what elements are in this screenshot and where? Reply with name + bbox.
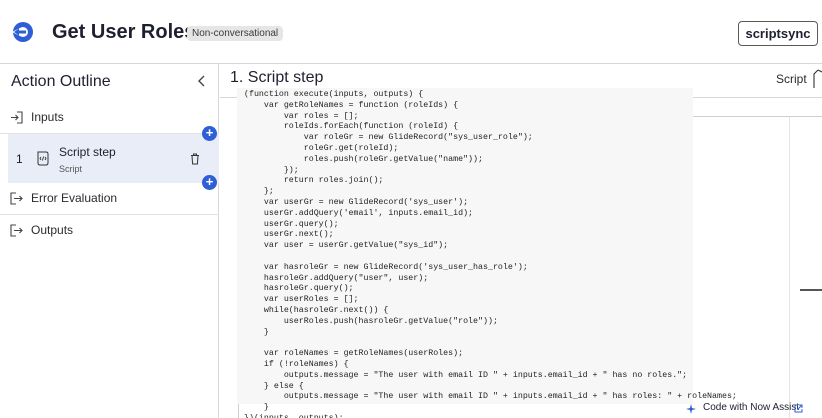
status-badge: Non-conversational <box>187 26 284 41</box>
code-line[interactable]: } <box>244 328 737 339</box>
code-line[interactable] <box>244 338 737 349</box>
code-line[interactable]: roles.push(roleGr.getValue("name")); <box>244 155 737 166</box>
code-line[interactable]: var roles = []; <box>244 112 737 123</box>
code-line[interactable]: } <box>244 403 737 414</box>
sign-out-icon <box>10 192 23 205</box>
external-link-icon <box>794 404 803 413</box>
code-editor[interactable]: (function execute(inputs, outputs) { var… <box>237 88 737 418</box>
now-assist-label: Code with Now Assist <box>703 402 800 413</box>
code-line[interactable]: userRoles.push(hasroleGr.getValue("role"… <box>244 317 737 328</box>
code-line[interactable]: userGr.query(); <box>244 220 737 231</box>
code-line[interactable]: outputs.message = "The user with email I… <box>244 392 737 403</box>
editor-scrollbar[interactable] <box>800 289 822 291</box>
script-scroll-icon <box>35 150 51 166</box>
sign-in-icon <box>10 111 23 124</box>
code-line[interactable]: userGr.addQuery('email', inputs.email_id… <box>244 209 737 220</box>
code-line[interactable]: }; <box>244 187 737 198</box>
code-line[interactable]: var hasroleGr = new GlideRecord('sys_use… <box>244 263 737 274</box>
code-line[interactable]: } else { <box>244 382 737 393</box>
sidebar-item-error-evaluation[interactable]: Error Evaluation <box>0 183 219 215</box>
code-line[interactable]: }); <box>244 166 737 177</box>
code-line[interactable]: (function execute(inputs, outputs) { <box>244 90 737 101</box>
action-outline-sidebar: Action Outline Inputs 1 Script step Scri… <box>0 64 219 418</box>
code-line[interactable]: while(hasroleGr.next()) { <box>244 306 737 317</box>
step-title: Script step <box>59 145 116 159</box>
script-scroll-icon <box>812 68 822 90</box>
page-header: Get User Roles Non-conversational script… <box>0 0 822 64</box>
sidebar-item-inputs[interactable]: Inputs <box>0 102 219 134</box>
trash-icon[interactable] <box>190 152 200 165</box>
page-title: Get User Roles <box>52 21 196 43</box>
code-line[interactable]: var getRoleNames = function (roleIds) { <box>244 101 737 112</box>
code-line[interactable]: var userRoles = []; <box>244 295 737 306</box>
code-line[interactable]: var roleNames = getRoleNames(userRoles); <box>244 349 737 360</box>
editor-gutter <box>789 117 822 418</box>
sidebar-item-label: Outputs <box>31 223 74 237</box>
step-heading: 1. Script step <box>230 69 324 86</box>
code-line[interactable]: return roles.join(); <box>244 176 737 187</box>
sidebar-title: Action Outline <box>11 73 111 90</box>
back-icon[interactable] <box>10 19 36 45</box>
code-line[interactable]: userGr.next(); <box>244 230 737 241</box>
step-type-label: Script <box>776 72 807 86</box>
code-line[interactable]: var roleGr = new GlideRecord("sys_user_r… <box>244 133 737 144</box>
code-line[interactable]: hasroleGr.query(); <box>244 284 737 295</box>
code-line[interactable]: var userGr = new GlideRecord('sys_user')… <box>244 198 737 209</box>
code-line[interactable]: })(inputs, outputs); <box>244 414 737 418</box>
add-step-above-button[interactable]: + <box>202 126 217 141</box>
code-line[interactable] <box>244 252 737 263</box>
code-line[interactable]: roleIds.forEach(function (roleId) { <box>244 122 737 133</box>
sidebar-item-label: Inputs <box>31 110 64 124</box>
code-line[interactable]: var user = userGr.getValue("sys_id"); <box>244 241 737 252</box>
chevron-left-icon[interactable] <box>196 74 208 88</box>
sparkle-icon <box>686 404 696 414</box>
code-line[interactable]: outputs.message = "The user with email I… <box>244 371 737 382</box>
step-number: 1 <box>16 152 23 166</box>
code-content[interactable]: (function execute(inputs, outputs) { var… <box>244 90 737 418</box>
scriptsync-button[interactable]: scriptsync <box>738 21 818 46</box>
sign-out-icon <box>10 224 23 237</box>
code-line[interactable]: if (!roleNames) { <box>244 360 737 371</box>
code-line[interactable]: roleGr.get(roleId); <box>244 144 737 155</box>
sidebar-item-outputs[interactable]: Outputs <box>0 215 219 247</box>
sidebar-item-script-step[interactable]: 1 Script step Script <box>8 134 219 183</box>
code-line[interactable]: hasroleGr.addQuery("user", user); <box>244 274 737 285</box>
step-subtitle: Script <box>59 164 83 174</box>
sidebar-item-label: Error Evaluation <box>31 191 118 205</box>
